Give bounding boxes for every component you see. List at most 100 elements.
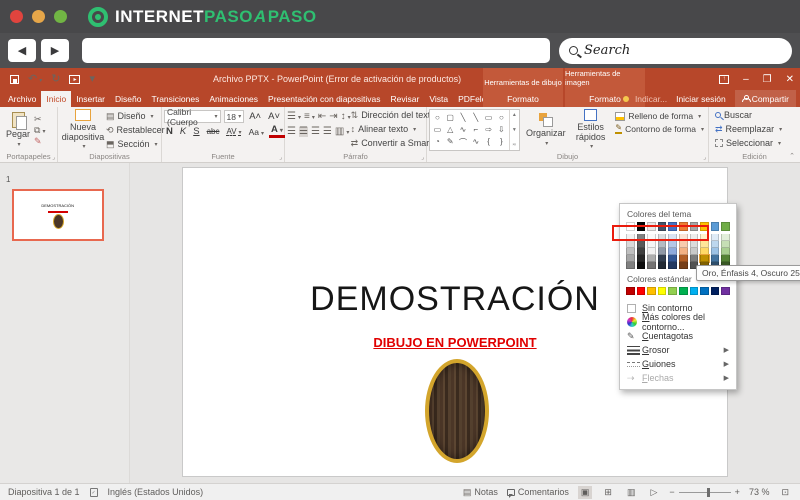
standard-color-swatch[interactable]	[710, 286, 720, 295]
layout-button[interactable]: ▤ Diseño	[106, 110, 165, 122]
standard-color-swatch[interactable]	[689, 286, 699, 295]
redo-icon[interactable]: ↻	[51, 73, 60, 85]
theme-variant-swatch[interactable]	[689, 247, 699, 255]
theme-color-swatch[interactable]	[626, 222, 635, 231]
shape-icon[interactable]: ○	[435, 113, 440, 122]
theme-variant-swatch[interactable]	[721, 254, 730, 262]
shape-icon[interactable]: ╲	[461, 113, 466, 122]
theme-variant-swatch[interactable]	[679, 261, 688, 269]
theme-color-swatch[interactable]	[689, 222, 699, 231]
shape-icon[interactable]: ∿	[460, 125, 467, 134]
theme-color-swatch[interactable]	[679, 222, 688, 231]
theme-variant-swatch[interactable]	[657, 261, 667, 269]
theme-variant-swatch[interactable]	[679, 254, 688, 262]
address-bar[interactable]	[82, 38, 550, 63]
tab-revisar[interactable]: Revisar	[386, 91, 425, 107]
shape-icon[interactable]: ✎	[447, 137, 454, 148]
ribbon-display-options-icon[interactable]: ↑	[719, 74, 730, 84]
theme-variant-swatch[interactable]	[647, 261, 656, 269]
theme-variant-swatch[interactable]	[647, 254, 656, 262]
grow-font-button[interactable]: A˄	[247, 111, 263, 122]
theme-color-swatch[interactable]	[668, 222, 677, 231]
shape-icon[interactable]: {	[487, 137, 490, 148]
align-right-icon[interactable]: ☰	[311, 126, 320, 137]
theme-variant-swatch[interactable]	[699, 253, 710, 263]
undo-icon[interactable]: ↶	[28, 73, 42, 85]
slide-sorter-view-icon[interactable]: ⊞	[601, 486, 615, 499]
normal-view-icon[interactable]: ▣	[577, 485, 593, 499]
cut-icon[interactable]: ✂	[34, 114, 45, 124]
italic-button[interactable]: K	[178, 126, 188, 137]
change-case-button[interactable]: Aa	[247, 127, 266, 137]
theme-variant-swatch[interactable]	[668, 261, 677, 269]
standard-color-swatch[interactable]	[679, 286, 688, 295]
tab-inicio[interactable]: Inicio	[41, 91, 72, 107]
theme-variant-swatch[interactable]	[657, 247, 667, 255]
scroll-down-icon[interactable]: ▼	[512, 127, 517, 133]
slideshow-icon[interactable]: ▸	[69, 74, 81, 84]
sign-in-button[interactable]: Iniciar sesión	[676, 94, 726, 104]
line-spacing-icon[interactable]: ↕	[341, 111, 351, 122]
shape-icon[interactable]: ▢	[446, 113, 454, 122]
gallery-more-icon[interactable]: ≂	[512, 142, 516, 148]
slide-thumbnail[interactable]: DEMOSTRACIÓN	[12, 189, 104, 241]
theme-variant-swatch[interactable]	[721, 233, 730, 241]
theme-color-swatch[interactable]	[710, 222, 720, 231]
theme-variant-swatch[interactable]	[679, 240, 688, 248]
theme-variant-swatch[interactable]	[657, 254, 667, 262]
clipboard-dialog-launcher[interactable]: ⌟	[52, 154, 55, 161]
arrange-button[interactable]: Organizar	[524, 109, 568, 151]
theme-variant-swatch[interactable]	[710, 247, 720, 255]
tell-me-box[interactable]: Indicar...	[622, 94, 667, 104]
theme-variant-swatch[interactable]	[668, 247, 677, 255]
theme-variant-swatch[interactable]	[647, 233, 656, 241]
shape-icon[interactable]: ○	[499, 113, 504, 122]
share-button[interactable]: Compartir	[734, 90, 796, 107]
theme-color-swatch[interactable]	[700, 222, 709, 231]
theme-variant-swatch[interactable]	[679, 247, 688, 255]
shape-icon[interactable]: ∿	[472, 137, 479, 148]
theme-variant-swatch[interactable]	[679, 233, 688, 241]
back-button[interactable]: ◀	[8, 39, 36, 62]
theme-variant-swatch[interactable]	[710, 240, 720, 248]
slideshow-view-icon[interactable]: ▷	[647, 486, 660, 499]
tab-archivo[interactable]: Archivo	[3, 91, 41, 107]
shape-icon[interactable]: ╲	[473, 113, 478, 122]
shape-icon[interactable]: ▭	[485, 113, 493, 122]
font-color-button[interactable]: A	[268, 125, 285, 138]
window-close-dot[interactable]	[10, 10, 23, 23]
standard-color-swatch[interactable]	[668, 286, 677, 295]
theme-variant-swatch[interactable]	[636, 240, 646, 248]
theme-variant-swatch[interactable]	[636, 233, 646, 241]
replace-button[interactable]: ⇄ Reemplazar	[715, 123, 798, 135]
theme-variant-swatch[interactable]	[626, 240, 635, 248]
menu-item-more-outline-colors[interactable]: Más colores del contorno...	[620, 312, 736, 332]
restore-button[interactable]: ❐	[763, 74, 772, 85]
character-spacing-button[interactable]: AV	[224, 127, 243, 136]
format-painter-icon[interactable]: ✎	[34, 136, 45, 146]
tab-presentación-con-diapositivas[interactable]: Presentación con diapositivas	[263, 91, 385, 107]
standard-color-swatch[interactable]	[636, 286, 646, 295]
scroll-up-icon[interactable]: ▲	[512, 112, 517, 118]
theme-variant-swatch[interactable]	[710, 254, 720, 262]
theme-color-swatch[interactable]	[657, 222, 667, 231]
theme-variant-swatch[interactable]	[636, 261, 646, 269]
theme-color-swatch[interactable]	[636, 222, 646, 231]
theme-color-swatch[interactable]	[647, 222, 656, 231]
theme-variant-swatch[interactable]	[647, 247, 656, 255]
comments-button[interactable]: Comentarios	[506, 487, 569, 498]
theme-variant-swatch[interactable]	[689, 240, 699, 248]
shapes-gallery[interactable]: ○ ▢ ╲ ╲ ▭ ○ ▭ △ ∿ ⌐ ⇨ ⇩ ◔ ✎ ⌒ ∿ {} ▲ ▼ ≂	[429, 109, 520, 151]
theme-variant-swatch[interactable]	[721, 247, 730, 255]
menu-item-arrows[interactable]: ⇢ Flechas ▶	[620, 371, 736, 385]
drawing-dialog-launcher[interactable]: ⌟	[703, 154, 706, 161]
theme-variant-swatch[interactable]	[636, 247, 646, 255]
theme-variant-swatch[interactable]	[626, 254, 635, 262]
paragraph-dialog-launcher[interactable]: ⌟	[421, 154, 424, 161]
shape-icon[interactable]: ▭	[434, 125, 442, 134]
theme-variant-swatch[interactable]	[689, 233, 699, 241]
numbering-icon[interactable]: ≡	[304, 111, 315, 122]
window-minimize-dot[interactable]	[32, 10, 45, 23]
bullets-icon[interactable]: ☰	[287, 111, 301, 122]
notes-button[interactable]: ▤ Notas	[463, 487, 498, 497]
